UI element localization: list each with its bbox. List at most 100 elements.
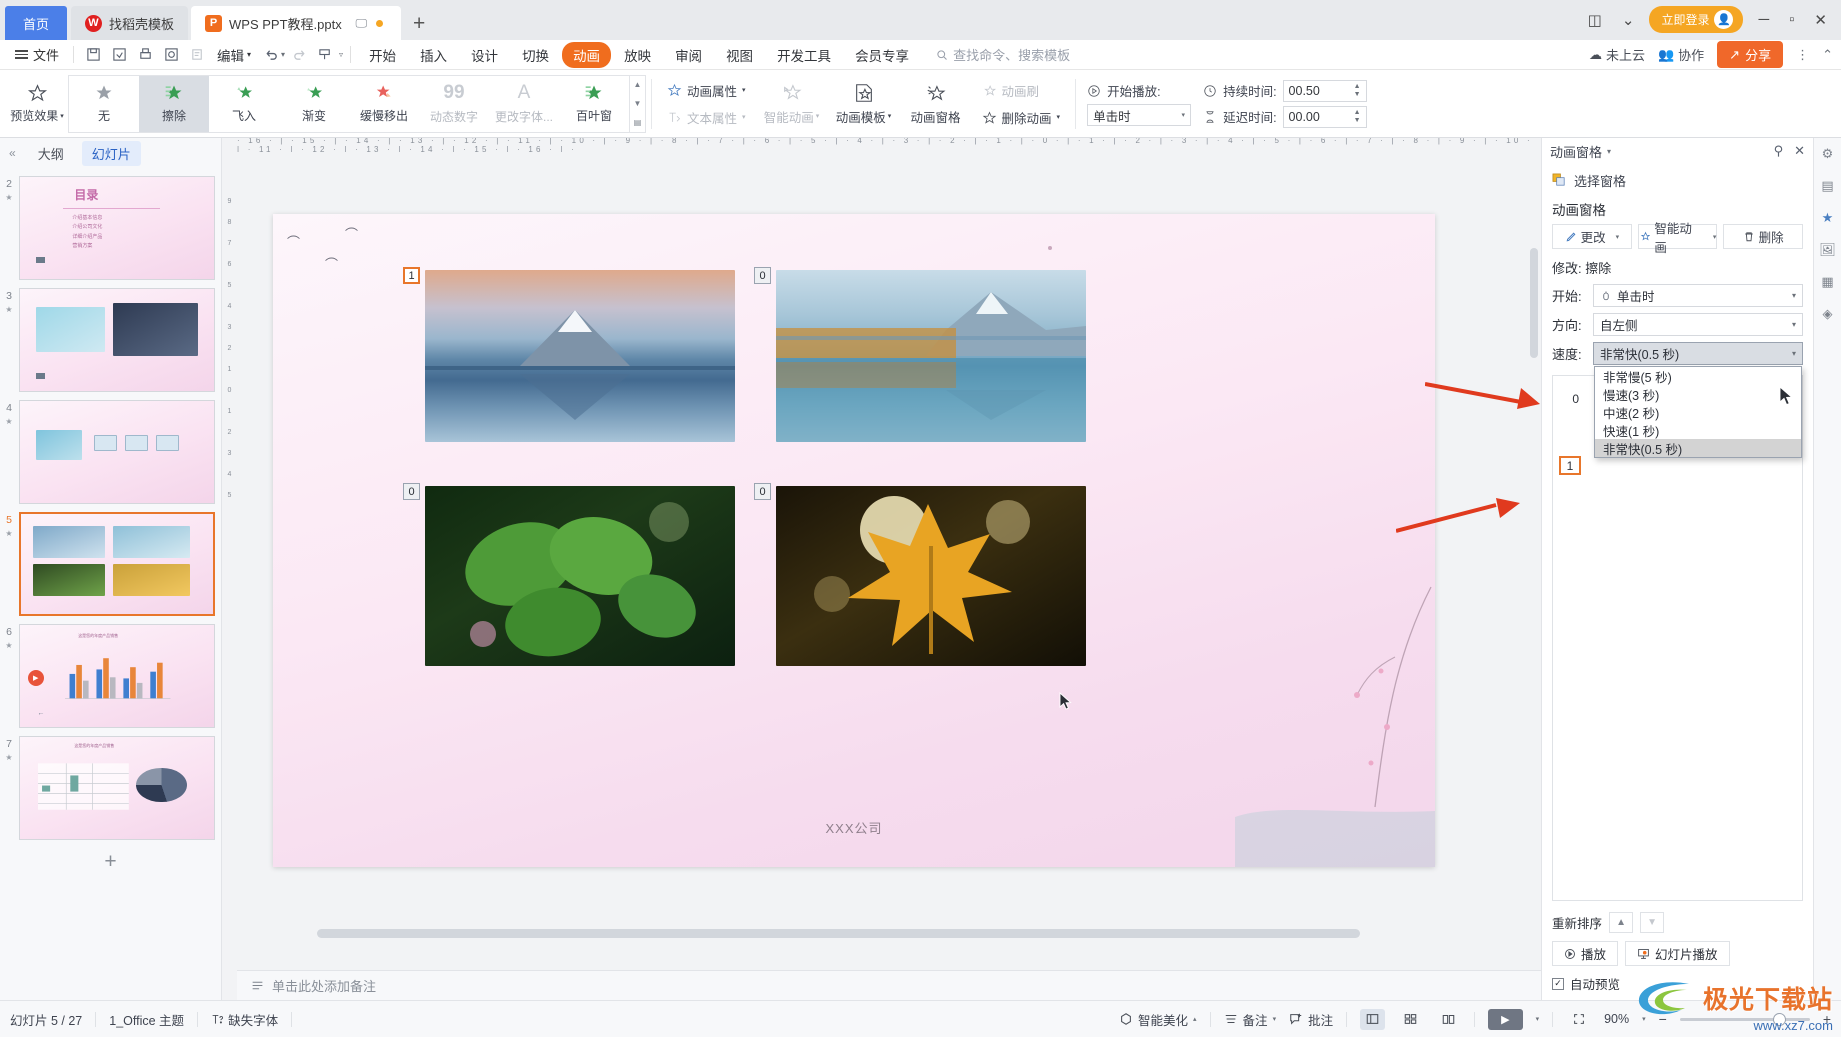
slide-image-green-leaves[interactable] [425, 486, 735, 666]
play-button[interactable]: 播放 [1552, 941, 1619, 966]
horizontal-scrollbar[interactable] [267, 929, 1523, 938]
view-normal-button[interactable] [1360, 1008, 1386, 1030]
anim-effect-blinds[interactable]: 百叶窗 [559, 76, 629, 132]
slide-stage[interactable]: ⌒ ⌒ ⌒ 1 0 0 0 XXX公司 [237, 152, 1541, 970]
comments-button[interactable]: 批注 [1289, 1010, 1333, 1029]
pin-icon[interactable]: ⚲ [1774, 143, 1784, 159]
anim-effect-slow-exit[interactable]: 缓慢移出 [349, 76, 419, 132]
sidebar-chart-icon[interactable]: ▦ [1821, 274, 1833, 290]
print-preview-icon[interactable] [159, 43, 183, 67]
redo-icon[interactable] [287, 43, 311, 67]
new-tab-button[interactable]: + [401, 12, 437, 40]
tab-wps-ppt-tutorial[interactable]: P WPS PPT教程.pptx 🖵 [191, 6, 402, 40]
slideshow-caret-icon[interactable]: ▾ [1536, 1015, 1540, 1023]
sidebar-shapes-icon[interactable]: ◈ [1823, 306, 1833, 322]
menu-tab-view[interactable]: 视图 [715, 42, 764, 68]
close-pane-icon[interactable]: ✕ [1794, 143, 1805, 159]
present-icon[interactable]: 🖵 [355, 16, 367, 31]
login-button[interactable]: 立即登录 👤 [1649, 6, 1744, 33]
duration-spinner[interactable]: ▲ ▼ [1354, 83, 1361, 98]
anim-effect-none[interactable]: 无 [69, 76, 139, 132]
tab-docer-template[interactable]: W 找稻壳模板 [71, 6, 189, 40]
change-animation-button[interactable]: 更改 ▾ [1552, 224, 1632, 249]
zoom-slider-knob[interactable] [1772, 1012, 1786, 1026]
slide-thumbnail[interactable]: 目录 介绍基本信息 介绍公司文化 详细介绍产品 营销方案 [19, 176, 215, 280]
sidebar-picture-icon[interactable]: 🖼 [1819, 242, 1836, 258]
start-slideshow-button[interactable]: ▶ [1488, 1008, 1523, 1030]
slide-image-maple-leaf[interactable] [776, 486, 1086, 666]
edit-doc-icon[interactable] [185, 43, 209, 67]
delete-animation-pane-button[interactable]: 删除 [1723, 224, 1804, 249]
menu-tab-transition[interactable]: 切换 [511, 42, 560, 68]
auto-preview-row[interactable]: ✓ 自动预览 [1552, 966, 1803, 993]
zoom-slider[interactable] [1679, 1012, 1810, 1026]
animation-property-button[interactable]: 动画属性 ▾ [663, 79, 750, 102]
scroll-thumb[interactable] [317, 929, 1360, 938]
slide-thumbnail-item[interactable]: 4 ★ [0, 396, 221, 508]
delay-input[interactable]: 00.00 ▲ ▼ [1282, 105, 1367, 128]
undo-caret-icon[interactable]: ▾ [281, 50, 285, 59]
edit-mode-dropdown[interactable]: 编辑 ▾ [211, 42, 257, 68]
speed-select[interactable]: 非常快(0.5 秒) ▾ 非常慢(5 秒) 慢速(3 秒) 中速(2 秒) 快速… [1593, 342, 1803, 458]
slide-thumbnail-item[interactable]: 6 ★ 这是您的年度产品销售 ▶ ← [0, 620, 221, 732]
beautify-button[interactable]: 智能美化 ▴ [1119, 1010, 1197, 1029]
sidebar-settings-icon[interactable]: ⚙ [1822, 146, 1834, 162]
zoom-out-button[interactable]: − [1659, 1011, 1667, 1027]
select-pane-button[interactable]: 选择窗格 [1552, 171, 1803, 190]
zoom-level-label[interactable]: 90% [1604, 1012, 1629, 1026]
share-button[interactable]: ↗ 分享 [1717, 41, 1784, 68]
menu-tab-review[interactable]: 审阅 [664, 42, 713, 68]
scroll-down-icon[interactable]: ▼ [634, 99, 642, 108]
more-qa-caret-icon[interactable]: ▿ [339, 50, 343, 59]
sidebar-animation-icon[interactable]: ★ [1822, 210, 1834, 226]
view-reading-button[interactable] [1436, 1009, 1461, 1030]
add-slide-button[interactable]: + [0, 844, 221, 880]
smart-animation-button[interactable]: 智能动画 ▾ [756, 75, 828, 133]
move-down-button[interactable]: ▼ [1640, 912, 1665, 933]
slide-thumbnail[interactable]: 这是您的年度产品销售 [19, 736, 215, 840]
slide-thumbnail-list[interactable]: 2 ★ 目录 介绍基本信息 介绍公司文化 详细介绍产品 营销方案 3 ★ 4 ★… [0, 168, 221, 1000]
menu-tab-animation[interactable]: 动画 [562, 41, 612, 68]
zoom-in-button[interactable]: + [1823, 1011, 1831, 1027]
missing-font-button[interactable]: 缺失字体 [211, 1010, 278, 1029]
slide-thumbnail[interactable]: 这是您的年度产品销售 ▶ ← [19, 624, 215, 728]
view-sorter-button[interactable] [1398, 1009, 1423, 1030]
duration-input[interactable]: 00.50 ▲ ▼ [1282, 79, 1367, 102]
preview-effect-button[interactable]: 预览效果 ▾ [6, 83, 68, 124]
animation-order-badge-3[interactable]: 0 [403, 483, 420, 500]
menu-tab-member[interactable]: 会员专享 [844, 42, 920, 68]
slide-thumbnail[interactable] [19, 288, 215, 392]
menu-tab-start[interactable]: 开始 [358, 42, 407, 68]
theme-label[interactable]: 1_Office 主题 [109, 1010, 184, 1029]
slide-canvas[interactable]: ⌒ ⌒ ⌒ 1 0 0 0 XXX公司 [273, 214, 1435, 867]
notes-toggle-button[interactable]: 备注 ▾ [1224, 1010, 1276, 1029]
text-property-button[interactable]: 文本属性 ▾ [663, 106, 750, 129]
collapse-sidebar-icon[interactable]: « [5, 146, 20, 160]
pane-title-caret-icon[interactable]: ▾ [1607, 147, 1611, 156]
slide-thumbnail-item[interactable]: 3 ★ [0, 284, 221, 396]
delete-animation-button[interactable]: 删除动画 ▾ [978, 106, 1065, 129]
gallery-scroll[interactable]: ▲ ▼ ▤ [629, 75, 645, 132]
speed-option-fast[interactable]: 快速(1 秒) [1595, 421, 1801, 439]
scroll-thumb[interactable] [1530, 248, 1538, 358]
menu-tab-devtools[interactable]: 开发工具 [766, 42, 842, 68]
slide-image-mountain[interactable] [425, 270, 735, 442]
save-as-icon[interactable] [107, 43, 131, 67]
zoom-caret-icon[interactable]: ▾ [1642, 1015, 1646, 1023]
menu-tab-insert[interactable]: 插入 [409, 42, 458, 68]
anim-effect-flyin[interactable]: 飞入 [209, 76, 279, 132]
slide-image-autumn-lake[interactable] [776, 270, 1086, 442]
save-icon[interactable] [81, 43, 105, 67]
format-painter-icon[interactable] [313, 43, 337, 67]
expand-icon[interactable]: ⌄ [1617, 11, 1640, 29]
sidebar-tab-outline[interactable]: 大纲 [28, 141, 74, 166]
animation-template-button[interactable]: 动画模板 ▾ [828, 75, 900, 133]
spin-down-icon[interactable]: ▼ [1354, 91, 1361, 98]
speed-dropdown-list[interactable]: 非常慢(5 秒) 慢速(3 秒) 中速(2 秒) 快速(1 秒) 非常快(0.5… [1594, 366, 1802, 458]
slide-thumbnail-item[interactable]: 2 ★ 目录 介绍基本信息 介绍公司文化 详细介绍产品 营销方案 [0, 172, 221, 284]
vertical-scrollbar[interactable] [1529, 168, 1539, 930]
fit-to-window-button[interactable] [1566, 1009, 1591, 1030]
anim-effect-change-font[interactable]: A 更改字体... [489, 76, 559, 132]
animation-pane-button[interactable]: 动画窗格 [900, 75, 972, 133]
maximize-button[interactable]: ▫ [1784, 11, 1799, 28]
